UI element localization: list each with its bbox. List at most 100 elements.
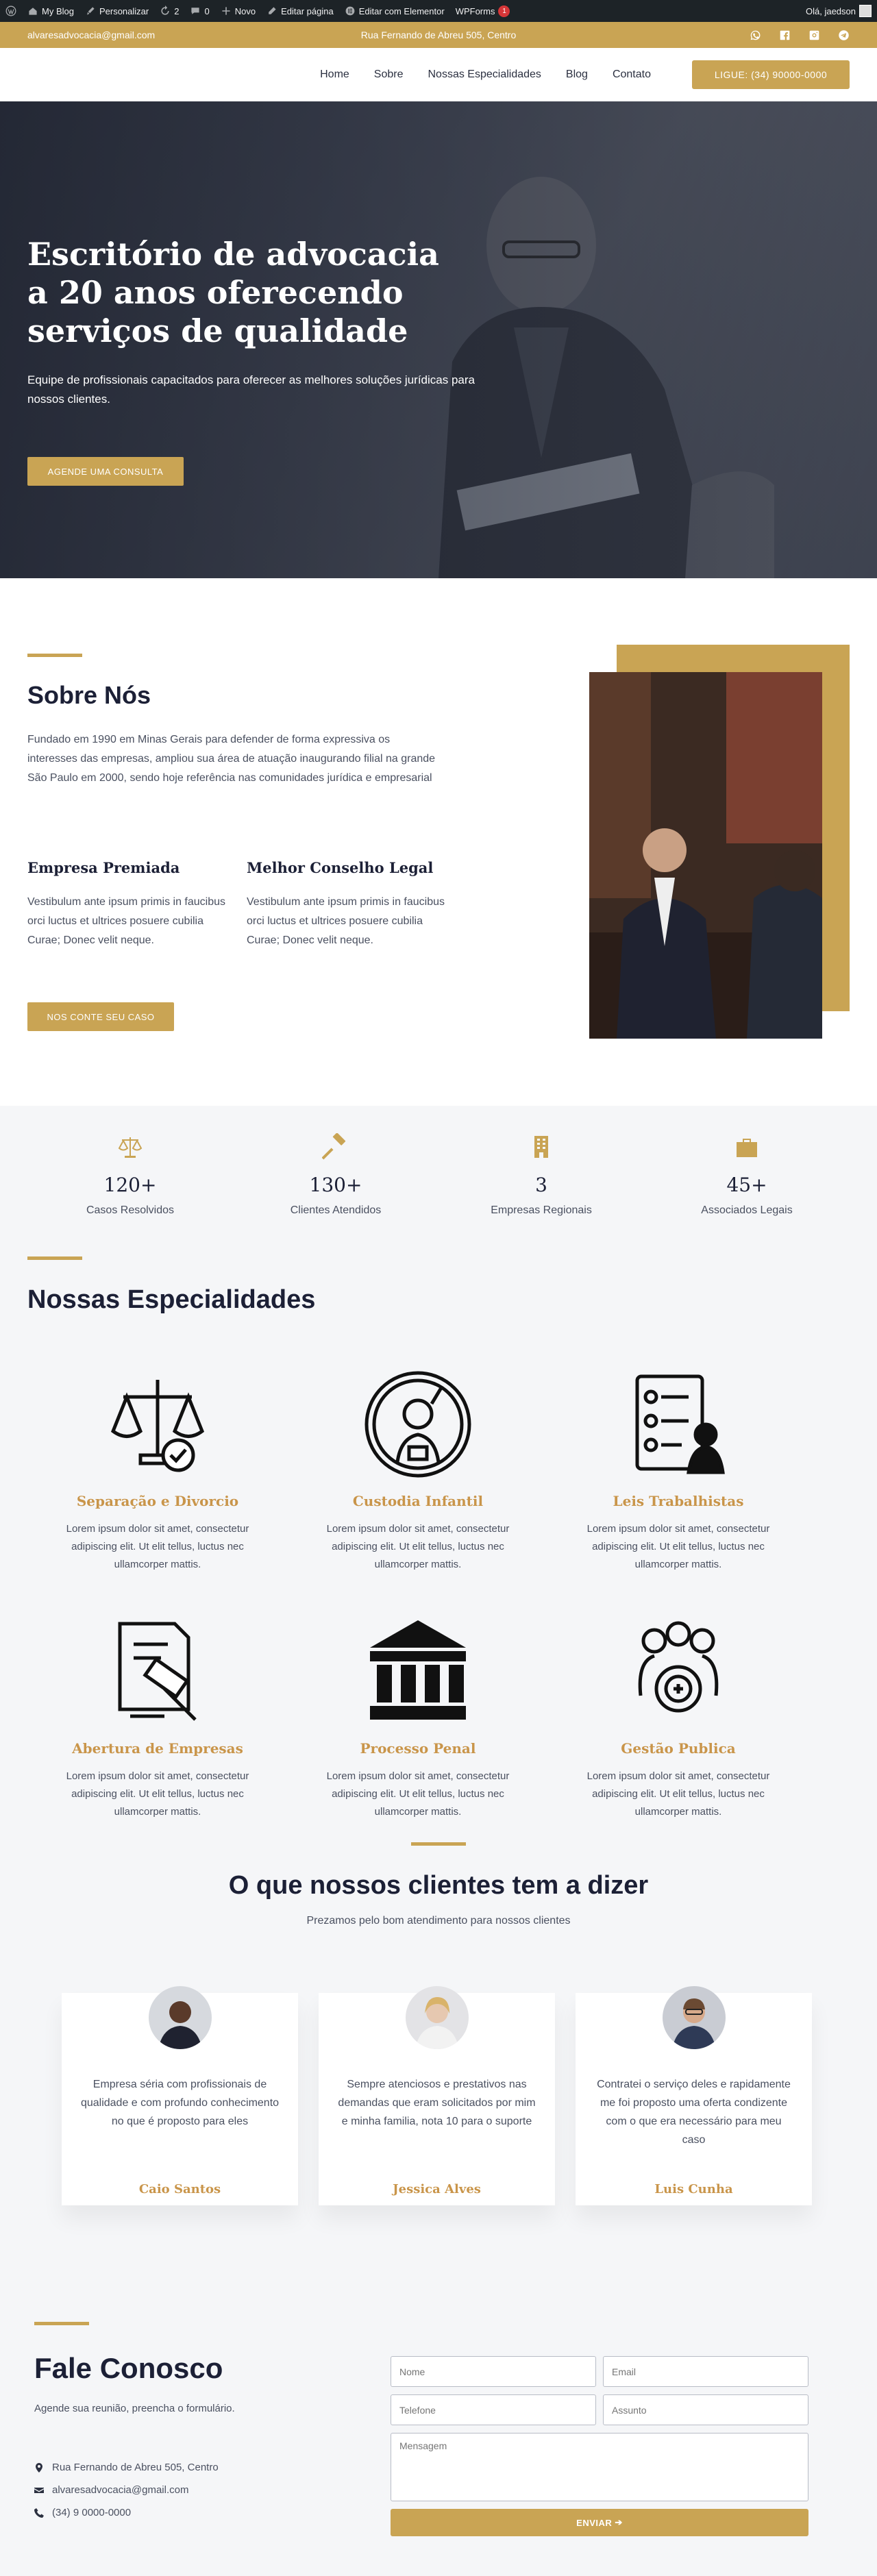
contact-phone-text[interactable]: (34) 9 0000-0000: [52, 2507, 131, 2518]
admin-edit-page-label: Editar página: [281, 5, 334, 16]
form-row: [391, 2356, 808, 2387]
nav-home[interactable]: Home: [320, 69, 349, 81]
admin-wpforms[interactable]: WPForms 1: [456, 5, 510, 17]
stat-clients-value: 130+: [309, 1174, 362, 1196]
nav-sobre[interactable]: Sobre: [374, 69, 404, 81]
contact-phone: (34) 9 0000-0000: [34, 2501, 219, 2524]
service-card[interactable]: Processo Penal Lorem ipsum dolor sit ame…: [288, 1613, 548, 1821]
document-gavel-icon: [118, 1622, 197, 1721]
testimonials-section: O que nossos clientes tem a dizer Prezam…: [0, 1842, 877, 2322]
envelope-icon: [34, 2487, 44, 2493]
testimonials-subtitle: Prezamos pelo bom atendimento para nosso…: [306, 1915, 571, 1927]
admin-edit-page[interactable]: Editar página: [267, 5, 334, 16]
about-feature-2-title: Melhor Conselho Legal: [247, 859, 434, 876]
schedule-consultation-button[interactable]: AGENDE UMA CONSULTA: [27, 457, 184, 486]
admin-my-blog-label: My Blog: [42, 5, 74, 16]
stat-cases-value: 120+: [103, 1174, 157, 1196]
child-icon: [365, 1371, 471, 1478]
avatar: [148, 1986, 212, 2049]
about-feature-2-text: Vestibulum ante ipsum primis in faucibus…: [247, 896, 445, 946]
building-icon: [534, 1136, 548, 1158]
admin-my-blog[interactable]: My Blog: [27, 5, 74, 16]
gavel-icon: [321, 1132, 346, 1160]
about-feature-1-text: Vestibulum ante ipsum primis in faucibus…: [27, 896, 226, 946]
contact-email-text[interactable]: alvaresadvocacia@gmail.com: [52, 2484, 188, 2496]
admin-wpforms-label: WPForms: [455, 5, 495, 16]
section-accent-bar: [27, 654, 82, 657]
stat-companies: 3 Empresas Regionais: [438, 1133, 644, 1217]
service-card[interactable]: Gestão Publica Lorem ipsum dolor sit ame…: [548, 1613, 808, 1821]
briefcase-icon: [737, 1139, 757, 1157]
service-card[interactable]: Separação e Divorcio Lorem ipsum dolor s…: [27, 1366, 288, 1574]
admin-edit-elementor[interactable]: Editar com Elementor: [345, 5, 445, 16]
stat-associates: 45+ Associados Legais: [644, 1133, 850, 1217]
stat-associates-label: Associados Legais: [701, 1204, 793, 1216]
contact-title: Fale Conosco: [34, 2352, 223, 2384]
update-icon: [161, 5, 169, 15]
service-card[interactable]: Custodia Infantil Lorem ipsum dolor sit …: [288, 1366, 548, 1574]
service-text: Lorem ipsum dolor sit amet, consectetur …: [586, 1523, 770, 1570]
admin-customize-label: Personalizar: [99, 5, 149, 16]
service-card[interactable]: Leis Trabalhistas Lorem ipsum dolor sit …: [548, 1366, 808, 1574]
topbar-address: Rua Fernando de Abreu 505, Centro: [360, 29, 517, 40]
admin-customize[interactable]: Personalizar: [85, 5, 149, 16]
pencil-icon: [269, 7, 276, 14]
phone-field[interactable]: [391, 2394, 596, 2425]
testimonial-name: Luis Cunha: [654, 2182, 733, 2196]
whatsapp-icon[interactable]: [750, 29, 761, 41]
stats-row: 120+ Casos Resolvidos 130+ Clientes Aten…: [27, 1132, 850, 1217]
section-accent-bar: [27, 1256, 82, 1260]
facebook-icon[interactable]: [779, 29, 791, 41]
contact-info: Rua Fernando de Abreu 505, Centro alvare…: [34, 2456, 219, 2524]
admin-updates[interactable]: 2: [160, 5, 179, 16]
nav-blog[interactable]: Blog: [566, 69, 588, 81]
about-feature-1-title: Empresa Premiada: [27, 859, 180, 876]
hero-title-line-3: serviços de qualidade: [27, 312, 408, 349]
message-field[interactable]: [391, 2433, 808, 2501]
testimonials-title: O que nossos clientes tem a dizer: [228, 1871, 649, 1900]
service-title: Gestão Publica: [621, 1740, 736, 1757]
avatar: [662, 1986, 726, 2049]
service-title: Separação e Divorcio: [76, 1493, 239, 1509]
nav-especialidades[interactable]: Nossas Especialidades: [428, 69, 541, 81]
hero-content: Escritório de advocacia a 20 anos oferec…: [27, 235, 521, 486]
call-button[interactable]: LIGUE: (34) 90000-0000: [692, 60, 850, 89]
admin-account[interactable]: Olá, jaedson: [806, 5, 872, 17]
send-button[interactable]: ENVIAR ➔: [391, 2509, 808, 2536]
service-text: Lorem ipsum dolor sit amet, consectetur …: [66, 1523, 249, 1570]
instagram-icon[interactable]: [808, 29, 820, 41]
name-field[interactable]: [391, 2356, 596, 2387]
send-button-label: ENVIAR: [576, 2517, 613, 2528]
social-links: [750, 29, 850, 41]
user-avatar: [859, 5, 872, 17]
stat-clients: 130+ Clientes Atendidos: [233, 1132, 438, 1217]
service-text: Lorem ipsum dolor sit amet, consectetur …: [586, 1770, 770, 1818]
tell-your-case-button[interactable]: NOS CONTE SEU CASO: [27, 1002, 174, 1031]
admin-new[interactable]: Novo: [221, 5, 256, 16]
email-field[interactable]: [603, 2356, 808, 2387]
telegram-icon[interactable]: [838, 29, 850, 41]
admin-new-label: Novo: [234, 5, 256, 16]
contact-address-text: Rua Fernando de Abreu 505, Centro: [52, 2462, 219, 2473]
testimonial-quote: Empresa séria com profissionais de quali…: [80, 2079, 280, 2127]
section-accent-bar: [411, 1842, 466, 1846]
checklist-worker-icon: [635, 1374, 725, 1474]
hero-text: Equipe de profissionais capacitados para…: [27, 373, 475, 406]
testimonial-card: Empresa séria com profissionais de quali…: [62, 1986, 298, 2205]
wordpress-menu[interactable]: [5, 5, 16, 16]
subject-field[interactable]: [603, 2394, 808, 2425]
comment-icon: [191, 8, 200, 14]
hero-section: Escritório de advocacia a 20 anos oferec…: [0, 101, 877, 578]
nav-contato[interactable]: Contato: [613, 69, 651, 81]
services-grid: Separação e Divorcio Lorem ipsum dolor s…: [27, 1366, 808, 1821]
topbar-email[interactable]: alvaresadvocacia@gmail.com: [27, 29, 155, 40]
wpforms-badge: 1: [498, 5, 510, 17]
hero-title-line-1: Escritório de advocacia: [27, 236, 439, 273]
contact-address: Rua Fernando de Abreu 505, Centro: [34, 2456, 219, 2479]
stat-associates-value: 45+: [726, 1174, 767, 1196]
admin-comments[interactable]: 0: [190, 5, 210, 16]
service-card[interactable]: Abertura de Empresas Lorem ipsum dolor s…: [27, 1613, 288, 1821]
service-title: Custodia Infantil: [352, 1493, 484, 1509]
contact-form: ENVIAR ➔: [391, 2356, 808, 2536]
about-meeting-image: [589, 672, 822, 1039]
